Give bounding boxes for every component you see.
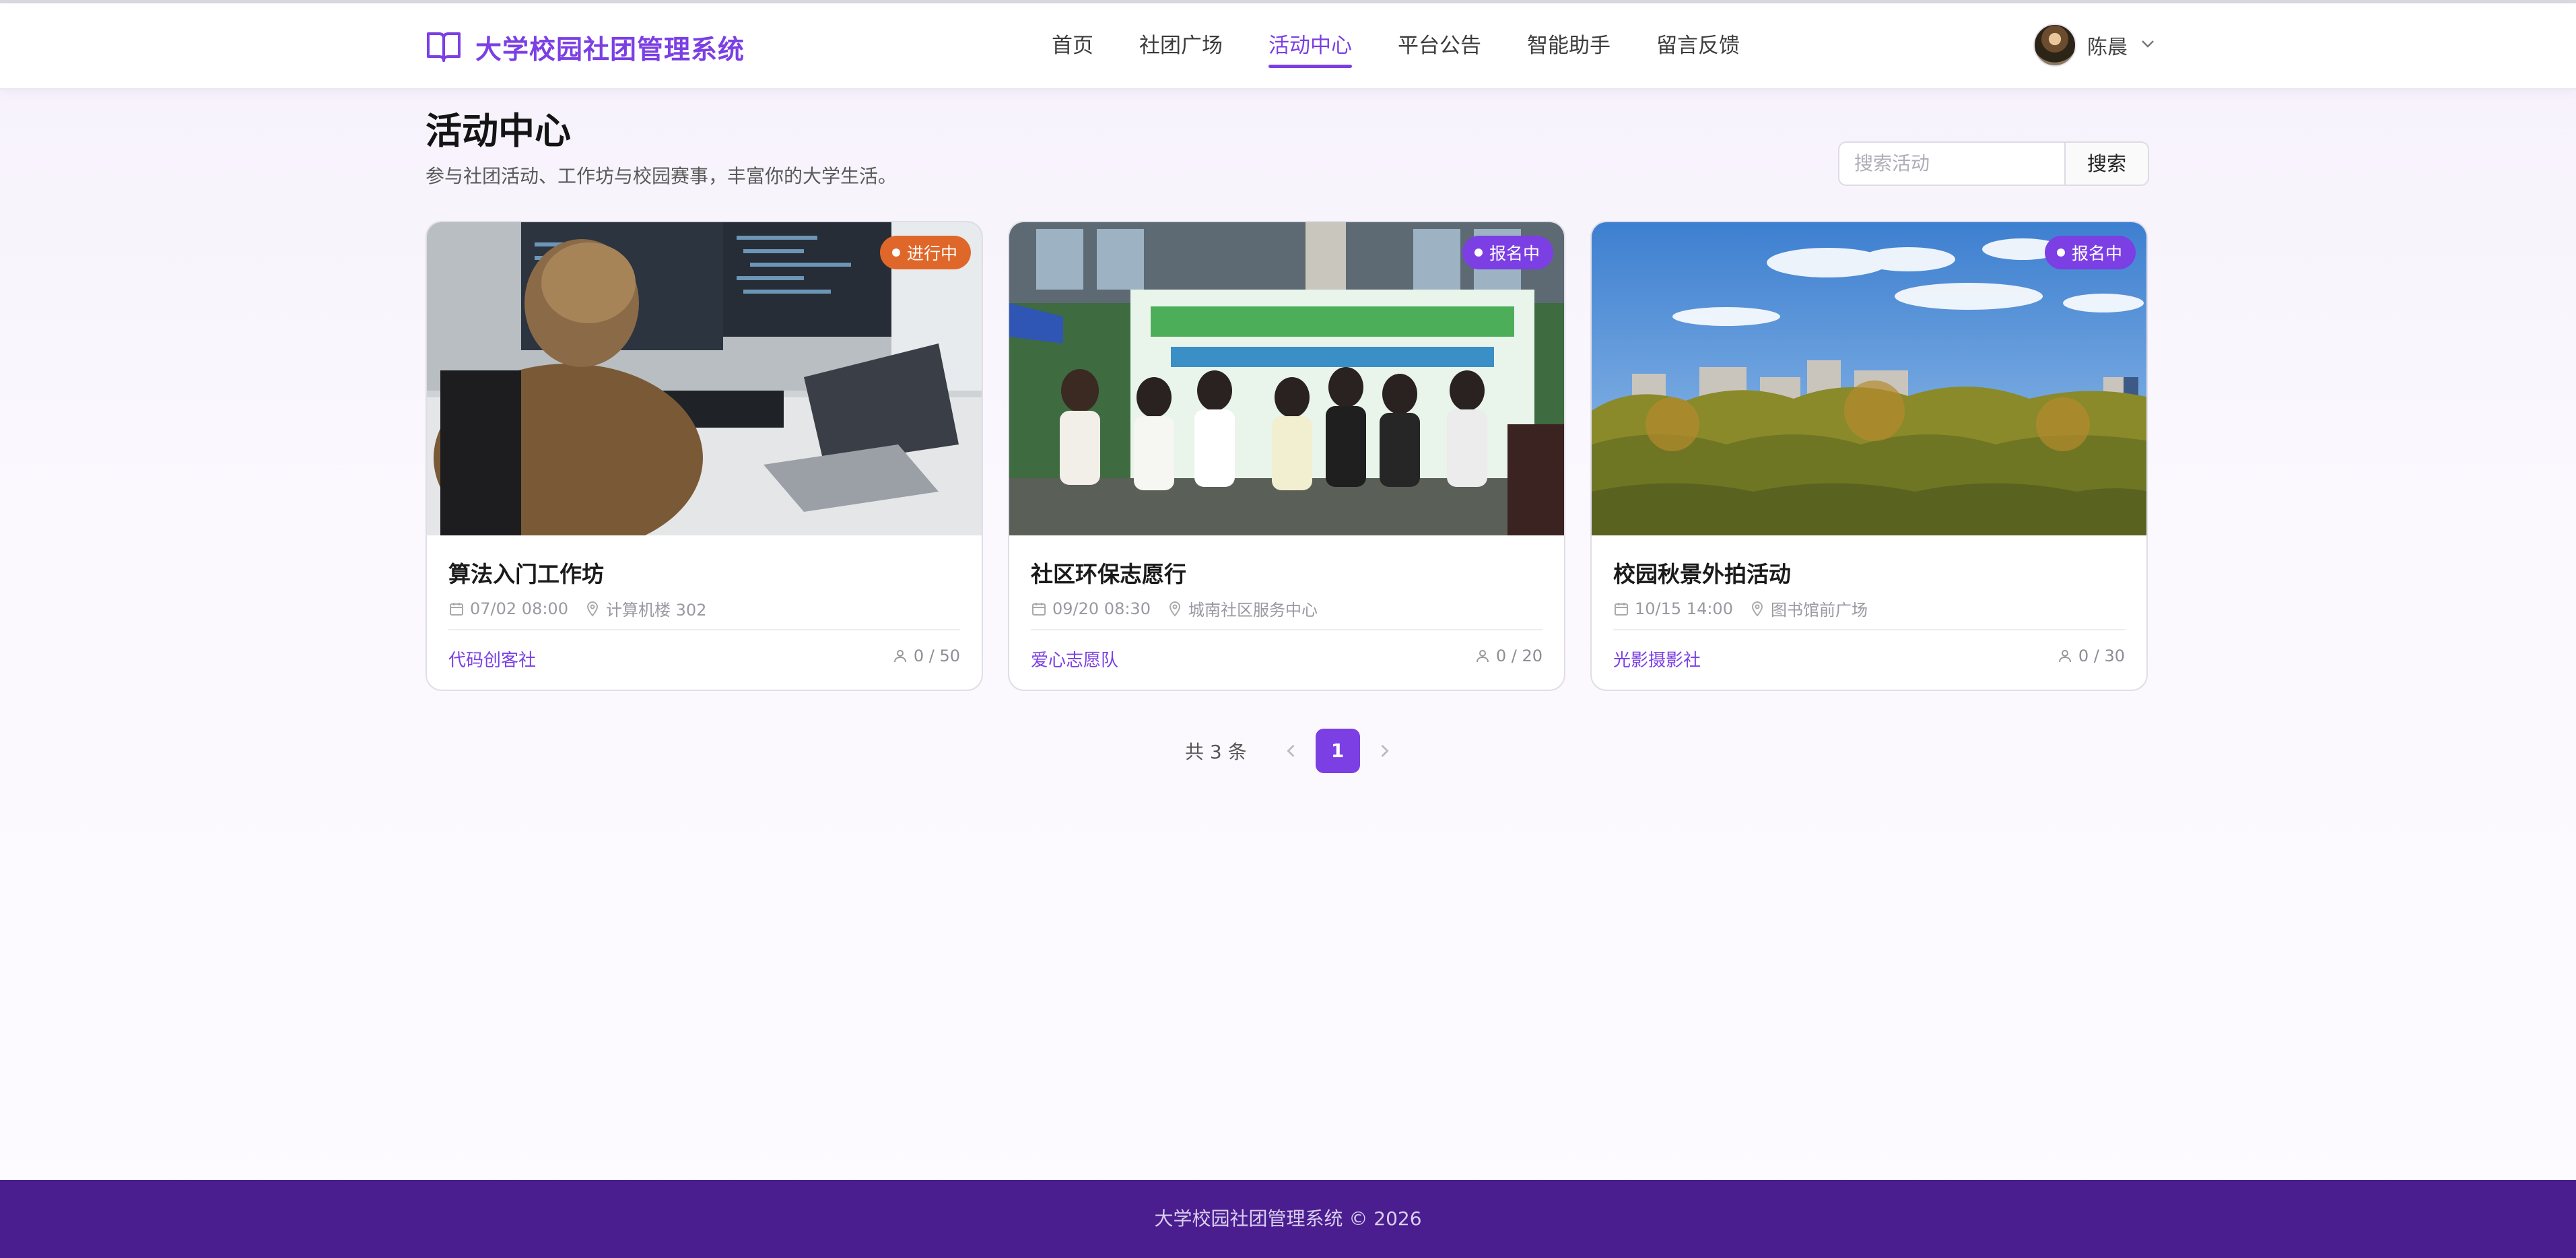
pagination: 共 3 条 1 [1185,729,1404,773]
brand[interactable]: 大学校园社团管理系统 [426,28,745,68]
activity-title: 校园秋景外拍活动 [1613,561,1791,587]
nav-club-square[interactable]: 社团广场 [1139,3,1223,88]
brand-title: 大学校园社团管理系统 [475,35,745,65]
activity-meta: 09/20 08:30 城南社区服务中心 [1031,597,1318,620]
main-nav: 首页 社团广场 活动中心 平台公告 智能助手 留言反馈 [1052,3,1786,88]
person-icon [1476,650,1489,663]
calendar-icon [1032,602,1046,616]
activity-title: 社区环保志愿行 [1031,561,1186,587]
nav-home[interactable]: 首页 [1052,3,1093,88]
activity-image-autumn: 报名中 [1592,222,2146,535]
activity-card[interactable]: 报名中 校园秋景外拍活动 10/15 14:00 图书馆前广场 光影摄影社 0 … [1590,221,2148,691]
next-page-icon[interactable] [1375,741,1394,760]
status-badge: 报名中 [1462,236,1553,269]
activity-card[interactable]: 报名中 社区环保志愿行 09/20 08:30 城南社区服务中心 爱心志愿队 0… [1008,221,1565,691]
activity-time: 07/02 08:00 [470,599,568,618]
status-badge: 报名中 [2044,236,2136,269]
activity-time: 10/15 14:00 [1635,599,1733,618]
calendar-icon [1615,602,1628,616]
prev-page-icon[interactable] [1282,741,1301,760]
chevron-down-icon [2140,36,2156,55]
page-subtitle: 参与社团活动、工作坊与校园赛事，丰富你的大学生活。 [426,165,897,187]
page-1-button[interactable]: 1 [1315,729,1360,773]
participant-count: 0 / 30 [2057,647,2125,665]
participant-count: 0 / 20 [1475,647,1543,665]
card-divider [448,629,960,630]
activity-meta: 10/15 14:00 图书馆前广场 [1613,597,1868,620]
participant-count: 0 / 50 [892,647,960,665]
activity-meta: 07/02 08:00 计算机楼 302 [448,597,706,620]
location-pin-icon [586,601,598,617]
location-pin-icon [1169,601,1180,617]
club-link[interactable]: 爱心志愿队 [1031,647,1118,671]
top-navbar: 大学校园社团管理系统 首页 社团广场 活动中心 平台公告 智能助手 留言反馈 陈… [0,3,2576,90]
open-book-icon [426,30,475,66]
nav-announcements[interactable]: 平台公告 [1398,3,1481,88]
club-link[interactable]: 光影摄影社 [1613,647,1701,671]
activity-location: 城南社区服务中心 [1188,601,1318,620]
activity-image-volunteers: 报名中 [1009,222,1564,535]
search-input[interactable]: 搜索活动 [1838,141,2064,186]
status-dot-icon [1474,249,1483,257]
club-link[interactable]: 代码创客社 [448,647,536,671]
nav-feedback[interactable]: 留言反馈 [1656,3,1740,88]
calendar-icon [450,602,463,616]
user-name: 陈晨 [2087,36,2128,59]
avatar [2033,24,2076,67]
status-badge: 进行中 [879,236,971,269]
user-menu[interactable]: 陈晨 [2033,24,2156,67]
activity-location: 图书馆前广场 [1770,601,1868,620]
total-count: 共 3 条 [1185,741,1247,763]
person-icon [893,650,906,663]
activity-title: 算法入门工作坊 [448,561,604,587]
location-pin-icon [1751,601,1763,617]
card-divider [1031,629,1543,630]
activity-card[interactable]: 进行中 算法入门工作坊 07/02 08:00 计算机楼 302 代码创客社 0… [426,221,983,691]
page-title: 活动中心 [426,110,571,152]
status-dot-icon [891,249,900,257]
person-icon [2058,650,2071,663]
status-dot-icon [2056,249,2065,257]
search-button[interactable]: 搜索 [2064,141,2149,186]
footer: 大学校园社团管理系统 © 2026 [0,1180,2576,1258]
nav-assistant[interactable]: 智能助手 [1527,3,1611,88]
activity-image-coding: 进行中 [427,222,982,535]
card-divider [1613,629,2125,630]
footer-copyright: 大学校园社团管理系统 © 2026 [1154,1207,1422,1230]
activity-location: 计算机楼 302 [605,601,707,620]
activity-time: 09/20 08:30 [1052,599,1151,618]
nav-activity-center[interactable]: 活动中心 [1268,3,1352,88]
